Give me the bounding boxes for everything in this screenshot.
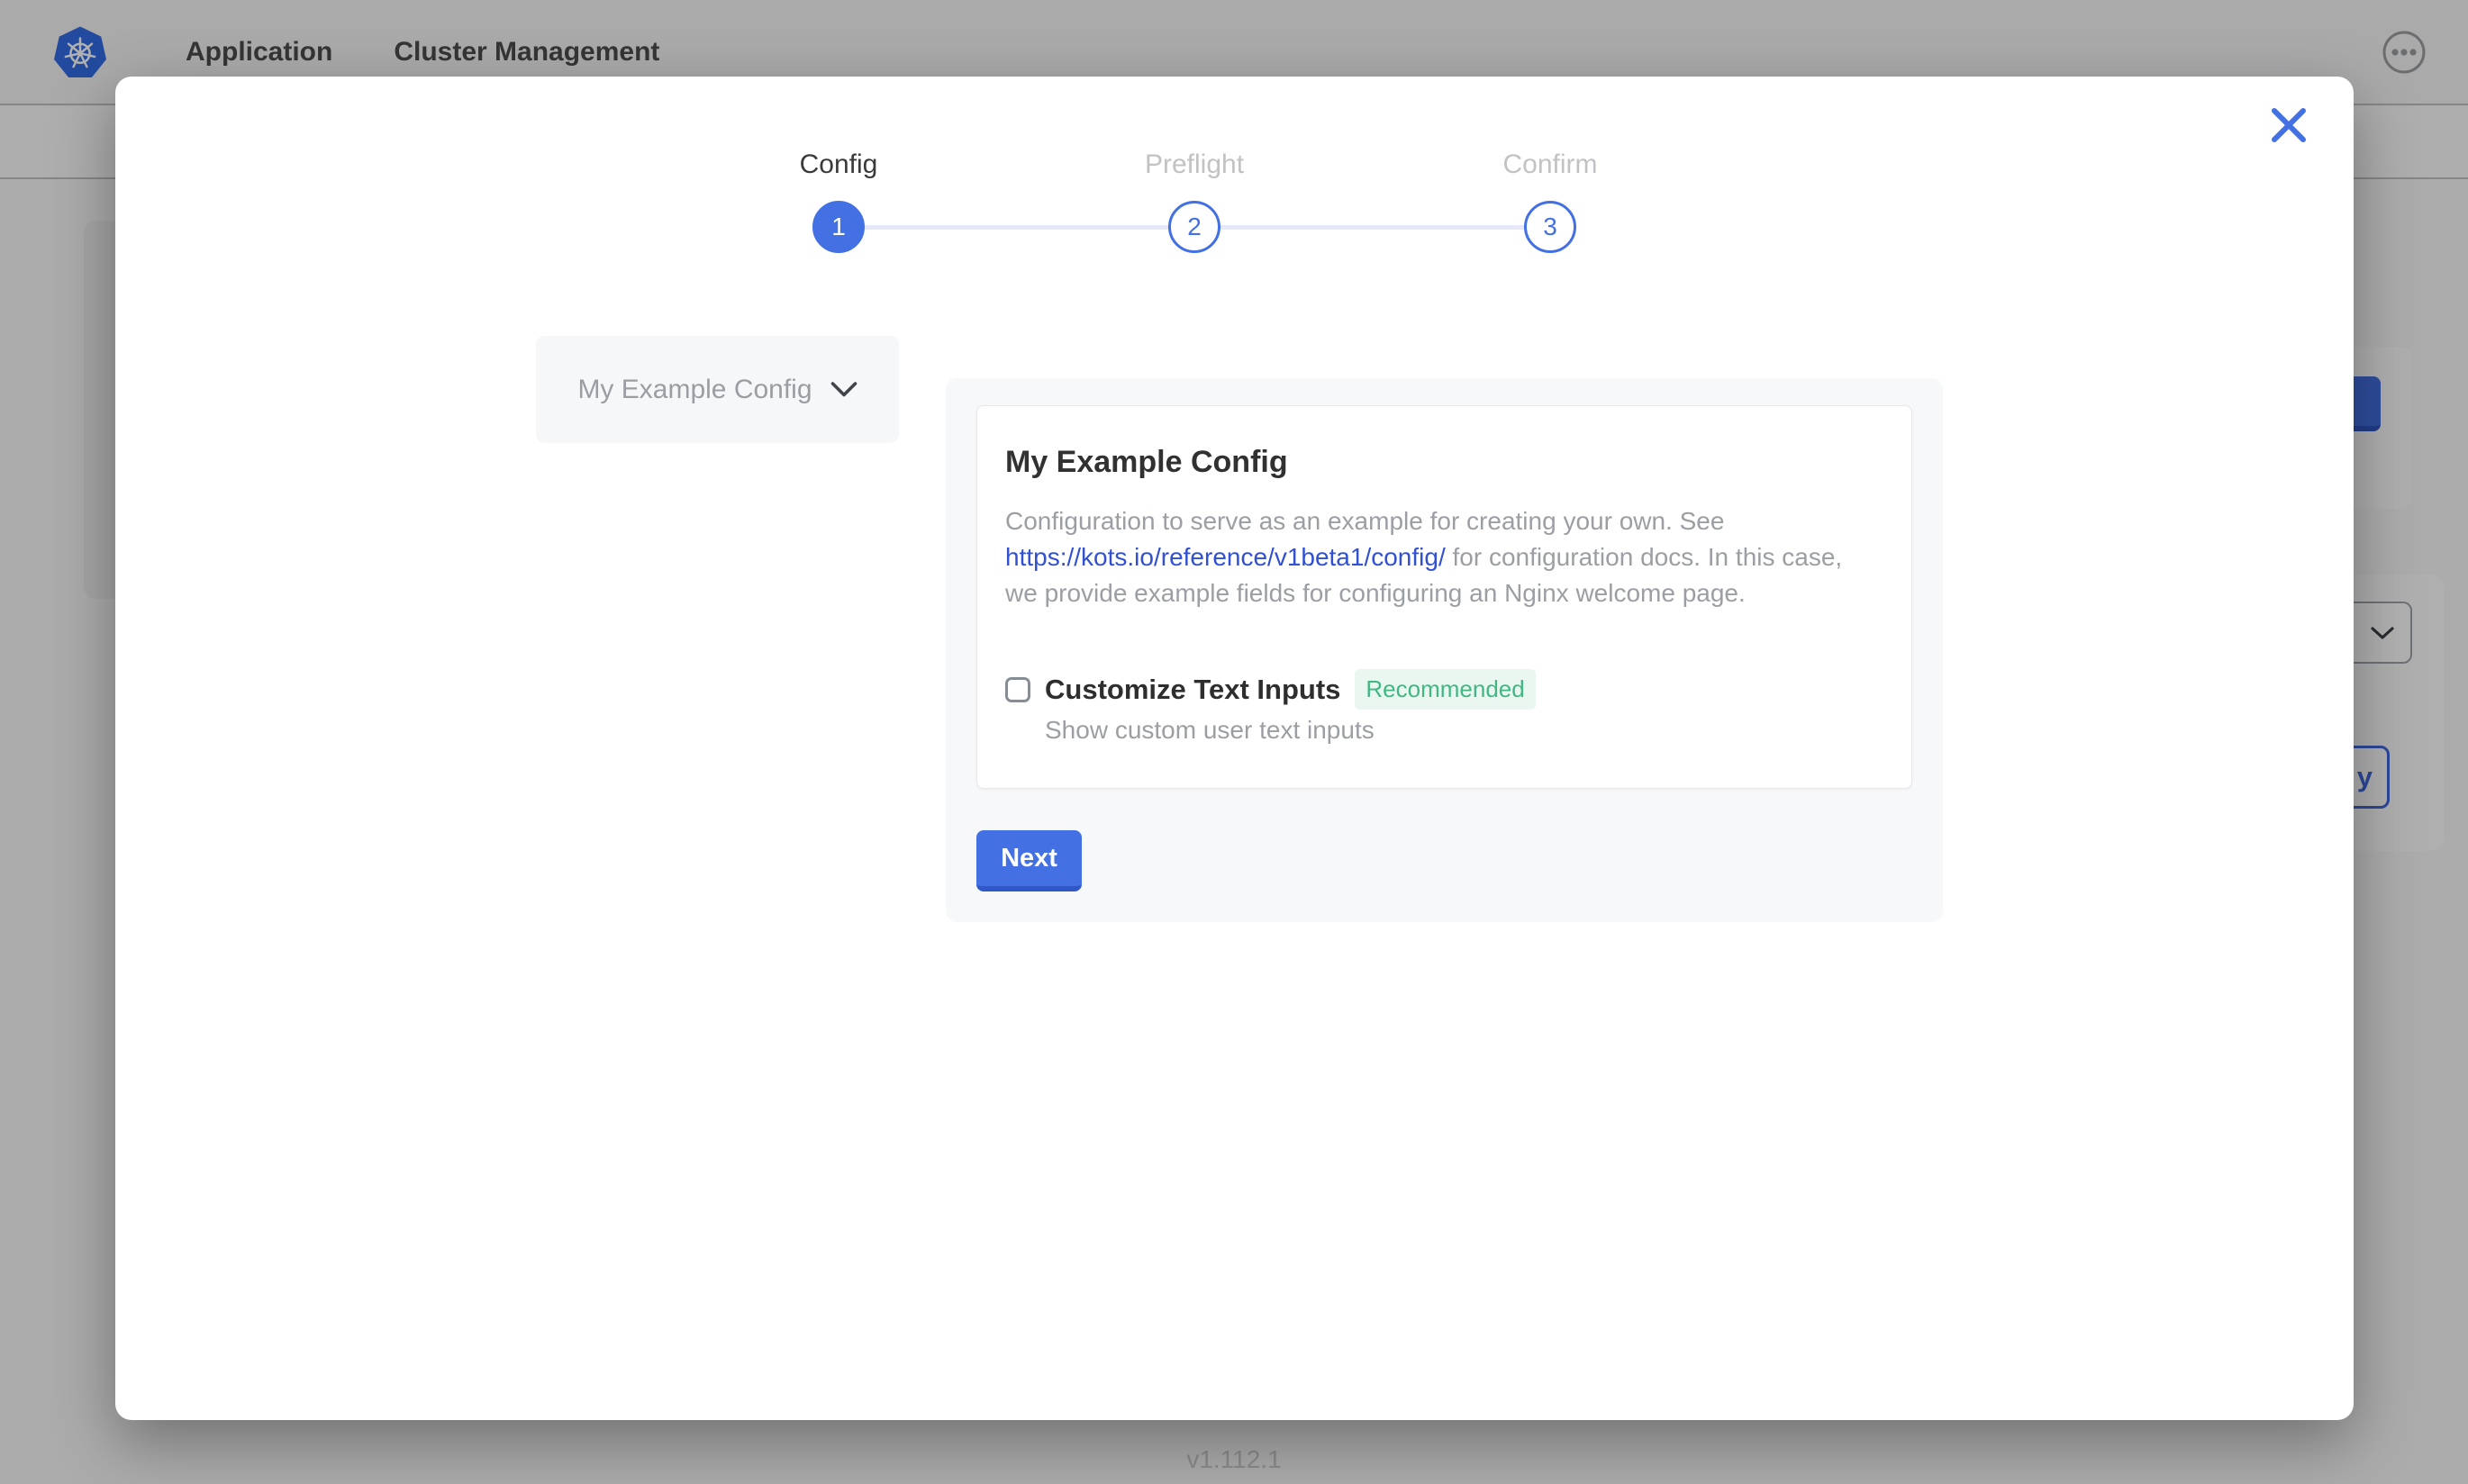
step-confirm: Confirm 3 — [1438, 149, 1663, 253]
step-circle: 1 — [812, 201, 865, 253]
description-line: we provide example fields for configurin… — [1005, 575, 1875, 611]
step-label: Preflight — [1082, 149, 1307, 180]
config-wizard-modal: Config 1 Preflight 2 Confirm 3 My Exampl… — [115, 77, 2354, 1420]
step-circle: 2 — [1168, 201, 1220, 253]
description-line: https://kots.io/reference/v1beta1/config… — [1005, 539, 1875, 575]
config-group-description: Configuration to serve as an example for… — [1005, 503, 1875, 611]
config-group-title: My Example Config — [1005, 445, 1875, 480]
next-button[interactable]: Next — [976, 830, 1082, 891]
customize-text-inputs-label[interactable]: Customize Text Inputs — [1045, 674, 1340, 706]
description-line: Configuration to serve as an example for… — [1005, 503, 1875, 539]
recommended-badge: Recommended — [1355, 669, 1535, 710]
screen: Application Cluster Management 0 — [0, 0, 2468, 1484]
customize-text-inputs-checkbox[interactable] — [1005, 677, 1030, 702]
step-config: Config 1 — [726, 149, 951, 253]
description-text: for configuration docs. In this case, — [1446, 543, 1842, 571]
wizard-stepper: Config 1 Preflight 2 Confirm 3 — [115, 149, 2354, 266]
step-label: Confirm — [1438, 149, 1663, 180]
config-docs-link[interactable]: https://kots.io/reference/v1beta1/config… — [1005, 543, 1446, 571]
close-icon[interactable] — [2267, 104, 2310, 147]
config-group-dropdown-label: My Example Config — [577, 375, 812, 405]
step-circle: 3 — [1524, 201, 1576, 253]
chevron-down-icon — [830, 381, 857, 398]
config-group-card: My Example Config Configuration to serve… — [976, 405, 1912, 789]
step-preflight: Preflight 2 — [1082, 149, 1307, 253]
customize-text-inputs-row: Customize Text Inputs Recommended — [1005, 669, 1875, 710]
config-form-area: My Example Config Configuration to serve… — [946, 378, 1943, 922]
customize-text-inputs-help: Show custom user text inputs — [1045, 716, 1875, 745]
config-group-dropdown[interactable]: My Example Config — [536, 336, 899, 443]
step-label: Config — [726, 149, 951, 180]
